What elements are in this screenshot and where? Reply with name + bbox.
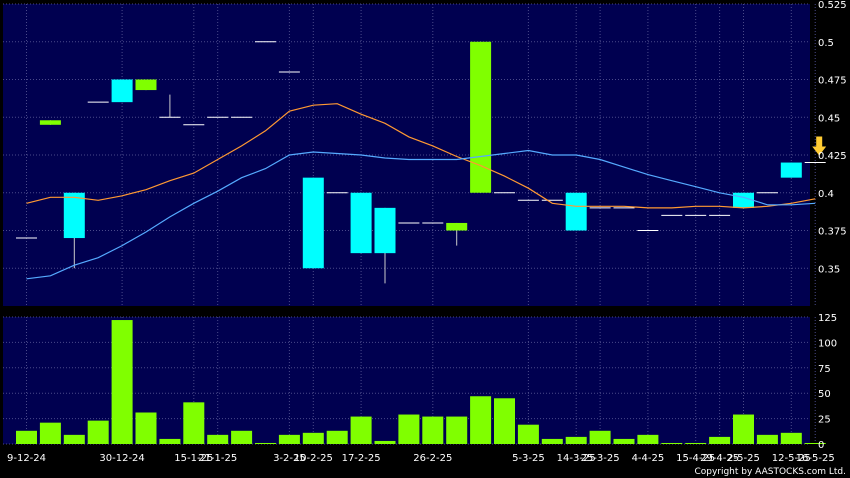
volume-bar xyxy=(541,438,563,444)
candle-down xyxy=(302,177,324,269)
volume-bar xyxy=(374,440,396,444)
volume-bar xyxy=(39,422,61,444)
volume-bar xyxy=(470,396,492,444)
volume-bar xyxy=(350,416,372,444)
x-tick-label: 25-3-25 xyxy=(581,453,620,464)
candle-down xyxy=(63,192,85,239)
candle-down xyxy=(733,192,754,208)
price-tick-label: 0.35 xyxy=(818,264,840,275)
x-tick-label: 30-12-24 xyxy=(99,453,144,464)
volume-bar xyxy=(326,430,348,444)
volume-bar xyxy=(207,434,229,444)
candle-down xyxy=(374,207,396,254)
copyright-text: Copyright by AASTOCKS.com Ltd. xyxy=(694,467,846,477)
volume-bar xyxy=(494,398,515,444)
volume-bar xyxy=(183,402,205,444)
candle-up xyxy=(470,41,492,193)
volume-bar xyxy=(278,434,300,444)
x-tick-label: 26-2-25 xyxy=(413,453,452,464)
volume-bar xyxy=(613,438,635,444)
price-tick-label: 0.425 xyxy=(818,151,847,162)
candle-up xyxy=(39,120,61,125)
volume-tick-label: 125 xyxy=(818,313,837,324)
volume-bar xyxy=(422,416,444,444)
candle-down xyxy=(565,192,587,231)
volume-bar xyxy=(517,424,539,444)
x-tick-label: 4-4-25 xyxy=(632,453,665,464)
volume-bar xyxy=(302,432,324,444)
volume-bar xyxy=(87,420,109,444)
x-tick-label: 9-12-24 xyxy=(7,453,46,464)
x-tick-label: 10-2-25 xyxy=(294,453,333,464)
x-tick-label: 2-5-25 xyxy=(727,453,760,464)
volume-bar xyxy=(16,430,37,444)
candle-up xyxy=(446,222,468,231)
stock-chart: 0.35 0.375 0.4 0.425 0.45 0.475 0.5 0.525 0 25 50 7… xyxy=(3,0,847,477)
volume-bar xyxy=(111,320,133,444)
volume-bar xyxy=(159,438,181,444)
price-tick-label: 0.475 xyxy=(818,76,847,87)
x-tick-label: 21-1-25 xyxy=(198,453,237,464)
volume-bar xyxy=(446,416,468,444)
volume-bar xyxy=(398,414,420,444)
volume-bar xyxy=(63,434,85,444)
volume-bar xyxy=(661,442,683,444)
x-tick-label: 16-5-25 xyxy=(796,453,835,464)
volume-tick-label: 50 xyxy=(818,389,831,400)
volume-bar xyxy=(135,412,157,444)
volume-bar xyxy=(637,434,659,444)
price-tick-label: 0.525 xyxy=(818,0,847,11)
volume-tick-label: 100 xyxy=(818,338,837,349)
volume-bar xyxy=(685,442,707,444)
price-tick-label: 0.375 xyxy=(818,227,847,238)
candle-down xyxy=(350,192,372,254)
price-tick-label: 0.45 xyxy=(818,113,840,124)
x-tick-label: 17-2-25 xyxy=(342,453,381,464)
volume-bar xyxy=(255,442,276,444)
price-tick-label: 0.5 xyxy=(818,38,834,49)
volume-bar xyxy=(589,430,611,444)
volume-tick-label: 75 xyxy=(818,364,831,375)
volume-tick-label: 25 xyxy=(818,415,831,426)
volume-tick-label: 0 xyxy=(818,440,824,451)
volume-bar xyxy=(780,432,802,444)
volume-bar xyxy=(733,414,754,444)
volume-bar xyxy=(709,436,731,444)
candle-down xyxy=(780,162,802,178)
price-panel xyxy=(3,4,810,306)
volume-bar xyxy=(756,434,778,444)
volume-bar xyxy=(565,436,587,444)
candle-up xyxy=(135,79,157,91)
candle-down xyxy=(111,79,133,103)
price-tick-label: 0.4 xyxy=(818,189,834,200)
volume-bar xyxy=(231,430,253,444)
x-tick-label: 5-3-25 xyxy=(512,453,545,464)
